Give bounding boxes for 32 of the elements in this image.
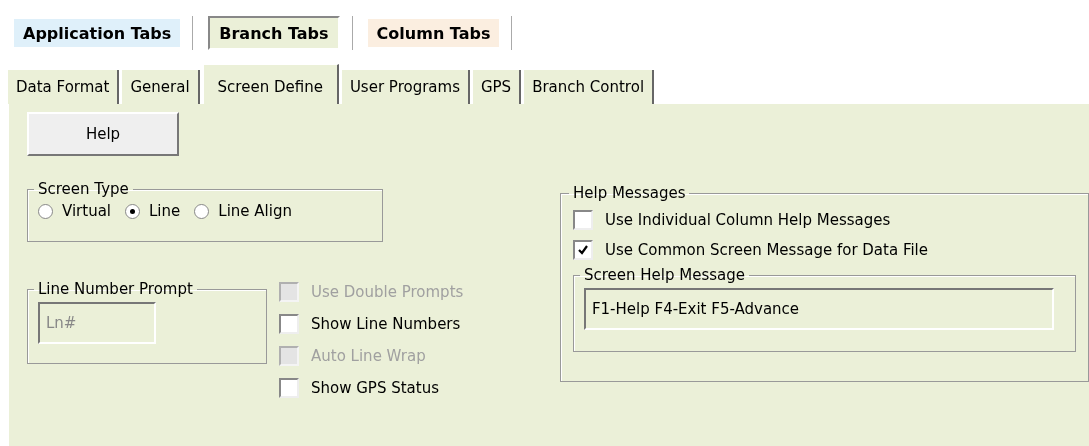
tab[interactable]: Branch Tabs (208, 16, 340, 50)
checkbox-label: Use Individual Column Help Messages (604, 211, 891, 229)
group-title: Line Number Prompt (37, 280, 194, 298)
checkbox-label: Show Line Numbers (311, 315, 461, 333)
radio-button[interactable] (38, 203, 53, 219)
checkbox-label: Use Double Prompts (311, 283, 464, 301)
checkbox-label: Use Common Screen Message for Data File (604, 241, 928, 259)
tab[interactable]: Application Tabs (14, 19, 181, 47)
radio-label: Line (149, 202, 181, 220)
group-title: Screen Type (37, 180, 130, 198)
help-button[interactable]: Help (27, 112, 179, 156)
check-icon (575, 243, 590, 257)
group-title: Help Messages (571, 184, 687, 202)
tab[interactable]: User Programs (341, 70, 470, 104)
radio-label: Virtual (62, 202, 111, 220)
checkbox[interactable] (279, 378, 299, 398)
checkbox-label: Auto Line Wrap (311, 347, 426, 365)
tab[interactable]: Screen Define (202, 64, 339, 104)
radio-button[interactable] (194, 203, 210, 219)
group-title: Screen Help Message (582, 266, 746, 284)
input-field[interactable]: F1-Help F4-Exit F5-Advance (583, 288, 1054, 330)
checkbox-label: Show GPS Status (311, 379, 439, 397)
radio-button[interactable] (125, 203, 140, 219)
radio-label: Line Align (218, 202, 292, 220)
checkbox[interactable] (279, 314, 299, 334)
tab[interactable]: GPS (472, 70, 522, 104)
checkbox[interactable] (572, 210, 593, 230)
checkbox[interactable] (572, 240, 593, 260)
tab[interactable]: Data Format (8, 70, 120, 104)
tab[interactable]: General (122, 70, 200, 104)
tab[interactable]: Column Tabs (367, 19, 500, 47)
tab[interactable]: Branch Control (524, 70, 655, 104)
